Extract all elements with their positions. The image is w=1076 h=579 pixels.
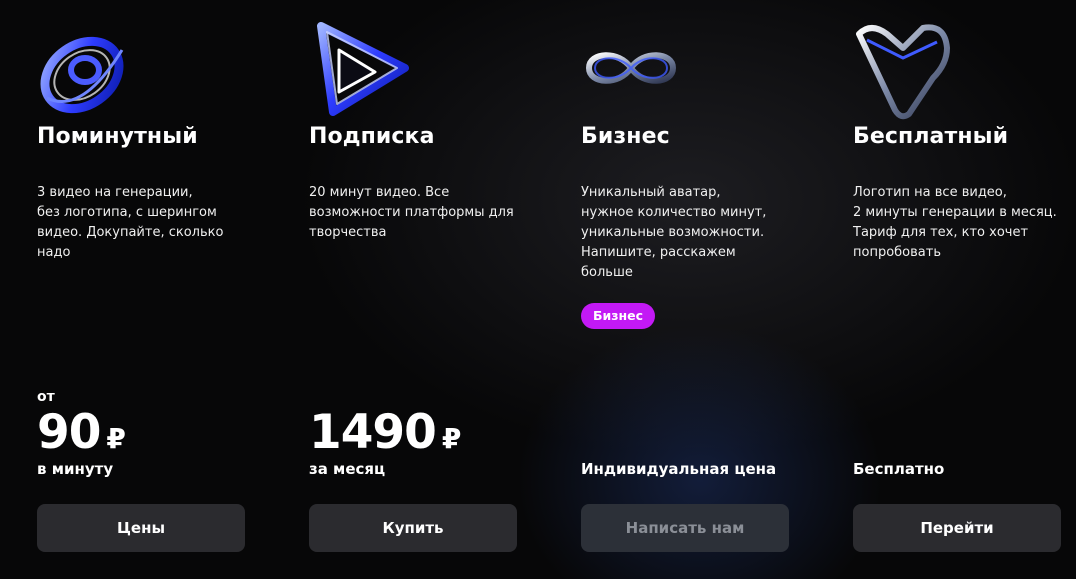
plan-title: Поминутный (37, 124, 198, 149)
contact-us-button[interactable]: Написать нам (581, 504, 789, 552)
price-period: за месяц (309, 460, 386, 478)
plan-card-subscription: Подписка 20 минут видео. Все возможности… (309, 0, 517, 579)
plan-card-business: Бизнес Уникальный аватар, нужное количес… (581, 0, 789, 579)
plan-title: Бизнес (581, 124, 670, 149)
plan-description: Уникальный аватар, нужное количество мин… (581, 185, 767, 280)
price-value: 90 (37, 405, 101, 460)
plan-title: Подписка (309, 124, 435, 149)
go-button[interactable]: Перейти (853, 504, 1061, 552)
currency-symbol: ₽ (441, 422, 462, 455)
currency-symbol: ₽ (106, 422, 126, 455)
plan-description: 20 минут видео. Все возможности платформ… (309, 185, 514, 240)
infinity-icon (585, 52, 677, 84)
plan-card-per-minute: Поминутный 3 видео на генерации, без лог… (37, 0, 245, 579)
orbit-ring-icon (40, 36, 124, 114)
triangle-heart-icon (856, 24, 950, 120)
price-value: 1490 (309, 405, 437, 460)
plan-description: 3 видео на генерации, без логотипа, с ше… (37, 185, 224, 260)
price-period: Индивидуальная цена (581, 460, 777, 478)
plan-title: Бесплатный (853, 124, 1009, 149)
plan-price: 90 ₽ (37, 405, 126, 467)
price-period: Бесплатно (853, 460, 945, 478)
plan-price: 1490 ₽ (309, 405, 461, 467)
plan-card-free: Бесплатный Логотип на все видео, 2 минут… (853, 0, 1061, 579)
price-period: в минуту (37, 460, 114, 478)
price-prefix: от (37, 389, 55, 405)
play-triangle-icon (317, 22, 409, 116)
buy-button[interactable]: Купить (309, 504, 517, 552)
business-badge[interactable]: Бизнес (581, 303, 656, 329)
plan-description: Логотип на все видео, 2 минуты генерации… (853, 185, 1057, 260)
prices-button[interactable]: Цены (37, 504, 245, 552)
